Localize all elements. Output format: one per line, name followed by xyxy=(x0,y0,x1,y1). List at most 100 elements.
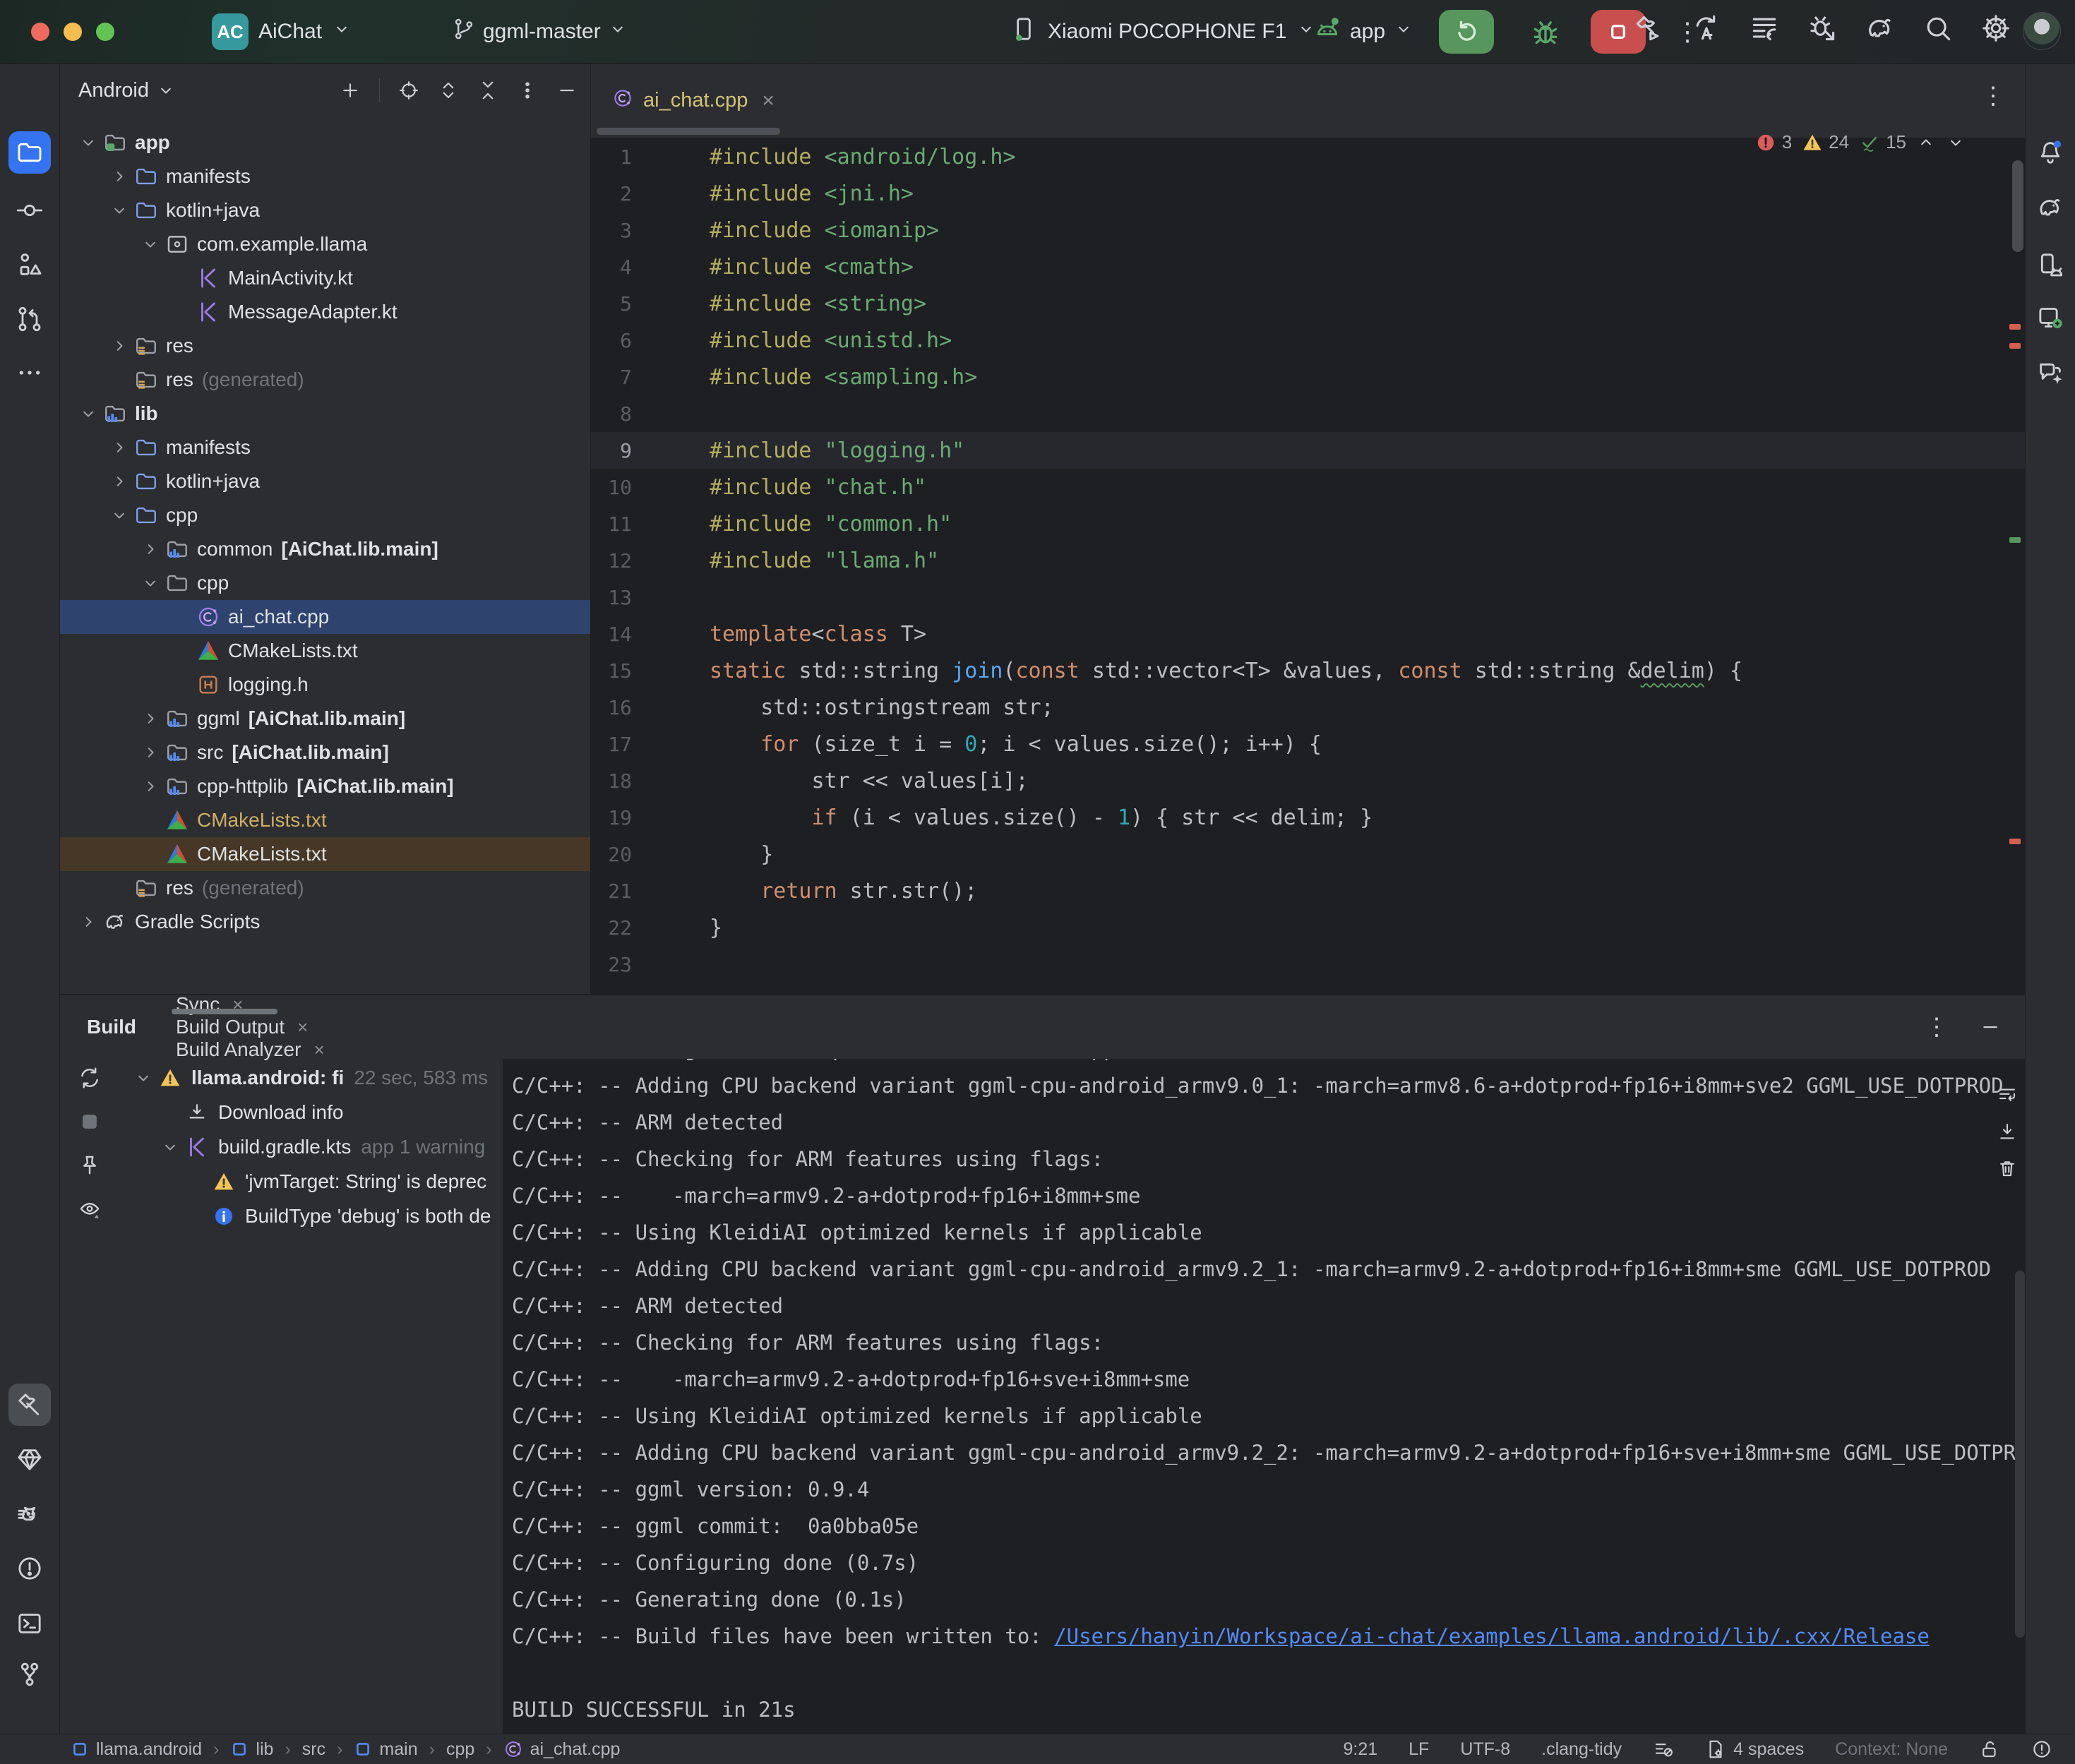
tool-strip-app-insights-diamond-icon[interactable] xyxy=(8,1439,51,1481)
breadcrumb-src[interactable]: src xyxy=(302,1739,325,1760)
build-output-path-link[interactable]: /Users/hanyin/Workspace/ai-chat/examples… xyxy=(1054,1624,1930,1648)
tool-strip-terminal-icon[interactable] xyxy=(8,1602,51,1645)
tree-item-manifests[interactable]: manifests xyxy=(60,431,590,464)
debug-button[interactable] xyxy=(1518,10,1573,54)
filter-eye-icon[interactable] xyxy=(78,1197,102,1221)
chevron-down-icon[interactable] xyxy=(76,404,101,424)
tool-strip-gemini-chat-icon[interactable] xyxy=(2029,352,2071,394)
tree-item-manifests[interactable]: manifests xyxy=(60,160,590,193)
expand-all-icon[interactable] xyxy=(438,80,459,101)
attach-debugger-icon[interactable] xyxy=(1807,13,1838,47)
tree-item-cmakelists-txt[interactable]: CMakeLists.txt xyxy=(60,803,590,837)
tool-strip-build-hammer2-icon[interactable] xyxy=(8,1384,51,1426)
tree-item-cpp[interactable]: cpp xyxy=(60,498,590,532)
chevron-down-icon[interactable] xyxy=(138,234,163,254)
error-notification-icon[interactable] xyxy=(2031,1739,2052,1760)
build-options-kebab[interactable]: ⋮ xyxy=(1925,1013,1949,1041)
tool-strip-version-control-icon[interactable] xyxy=(8,1653,51,1696)
device-selector[interactable]: Xiaomi POCOPHONE F1 xyxy=(1010,13,1316,50)
tree-item-cmakelists-txt[interactable]: CMakeLists.txt xyxy=(60,634,590,668)
build-hammer-icon[interactable] xyxy=(1633,13,1664,47)
breadcrumb-ai-chat-cpp[interactable]: ai_chat.cpp xyxy=(503,1739,621,1760)
encoding[interactable]: UTF-8 xyxy=(1460,1739,1510,1760)
chevron-right-icon[interactable] xyxy=(76,912,101,932)
tree-item-messageadapter-kt[interactable]: MessageAdapter.kt xyxy=(60,295,590,329)
build-tab-build-analyzer[interactable]: Build Analyzer× xyxy=(176,1038,325,1061)
chevron-right-icon[interactable] xyxy=(107,336,132,356)
build-tree-item[interactable]: 'jvmTarget: String' is deprec xyxy=(131,1164,503,1199)
scroll-to-end-icon[interactable] xyxy=(1997,1121,2018,1142)
indent-group[interactable]: 4 spaces xyxy=(1705,1739,1804,1760)
build-tree-item[interactable]: build.gradle.ktsapp 1 warning xyxy=(131,1129,503,1164)
breadcrumb-lib[interactable]: lib xyxy=(230,1739,273,1760)
tool-strip-project-folder-icon[interactable] xyxy=(8,131,51,174)
tree-item-kotlin-java[interactable]: kotlin+java xyxy=(60,193,590,227)
line-ending[interactable]: LF xyxy=(1409,1739,1429,1760)
hide-panel-icon[interactable] xyxy=(556,80,578,101)
tool-strip-more-horizontal-icon[interactable] xyxy=(8,352,51,394)
tree-item-src[interactable]: src[AiChat.lib.main] xyxy=(60,736,590,769)
close-tab-icon[interactable]: × xyxy=(313,1039,324,1061)
build-tree-item[interactable]: Download info xyxy=(131,1095,503,1129)
close-tab-icon[interactable]: × xyxy=(232,994,243,1016)
build-tab-sync[interactable]: Sync× xyxy=(176,993,325,1016)
tree-item-ggml[interactable]: ggml[AiChat.lib.main] xyxy=(60,702,590,736)
chevron-right-icon[interactable] xyxy=(138,776,163,796)
hide-panel-icon[interactable] xyxy=(1980,1016,2001,1038)
settings-gear-icon[interactable] xyxy=(1980,13,2011,47)
code-style[interactable]: .clang-tidy xyxy=(1541,1739,1622,1760)
clear-trash-icon[interactable] xyxy=(1997,1158,2018,1179)
chevron-right-icon[interactable] xyxy=(107,472,132,491)
tree-item-cpp[interactable]: cpp xyxy=(60,566,590,600)
console-scrollbar-thumb[interactable] xyxy=(2015,1271,2025,1638)
code-editor[interactable]: 1#include <android/log.h>2#include <jni.… xyxy=(591,138,2025,983)
tree-item-lib[interactable]: lib xyxy=(60,397,590,431)
breadcrumb-cpp[interactable]: cpp xyxy=(446,1739,474,1760)
tree-item-common[interactable]: common[AiChat.lib.main] xyxy=(60,532,590,566)
tree-item-res[interactable]: res(generated) xyxy=(60,363,590,397)
formatter-off-icon[interactable] xyxy=(1653,1739,1674,1760)
collapse-all-icon[interactable] xyxy=(477,80,498,101)
tool-strip-device-manager-icon[interactable] xyxy=(2029,244,2071,286)
tool-strip-notifications-bell-icon[interactable] xyxy=(2029,131,2071,174)
tool-strip-running-devices-icon[interactable] xyxy=(2029,296,2071,339)
chevron-right-icon[interactable] xyxy=(107,167,132,186)
breadcrumb-main[interactable]: main xyxy=(354,1739,417,1760)
chevron-right-icon[interactable] xyxy=(138,743,163,762)
chevron-down-icon[interactable] xyxy=(76,133,101,152)
chevron-down-icon[interactable] xyxy=(107,505,132,525)
cursor-position[interactable]: 9:21 xyxy=(1343,1739,1377,1760)
close-window-button[interactable] xyxy=(31,23,49,41)
tool-strip-logcat-cat-icon[interactable] xyxy=(8,1494,51,1537)
chevron-right-icon[interactable] xyxy=(138,709,163,728)
pin-icon[interactable] xyxy=(78,1153,102,1177)
tree-item-ai-chat-cpp[interactable]: ai_chat.cpp xyxy=(60,600,590,634)
tree-item-res[interactable]: res xyxy=(60,329,590,363)
change-stripe-mark[interactable] xyxy=(2009,537,2021,543)
soft-wrap-icon[interactable] xyxy=(1997,1084,2018,1105)
search-everywhere-icon[interactable] xyxy=(1922,13,1954,47)
tree-item-cmakelists-txt[interactable]: CMakeLists.txt xyxy=(60,837,590,871)
user-avatar[interactable] xyxy=(2023,12,2061,50)
context-label[interactable]: Context: None xyxy=(1835,1739,1948,1760)
next-problem-chevron-icon[interactable] xyxy=(1946,133,1966,152)
rerun-button[interactable] xyxy=(1439,10,1494,54)
run-configuration-selector[interactable]: app xyxy=(1313,13,1413,50)
todo-lines-icon[interactable] xyxy=(1749,13,1780,47)
new-file-plus-icon[interactable] xyxy=(340,80,361,101)
editor-scrollbar-thumb[interactable] xyxy=(2012,160,2023,252)
tree-item-gradle-scripts[interactable]: Gradle Scripts xyxy=(60,905,590,939)
error-stripe-mark[interactable] xyxy=(2009,839,2021,844)
tab-scroll-indicator[interactable] xyxy=(597,128,780,135)
rerun-sync-icon[interactable] xyxy=(78,1066,102,1090)
error-stripe-mark[interactable] xyxy=(2009,343,2021,349)
chevron-down-icon[interactable] xyxy=(107,200,132,220)
editor-tab-ai-chat-cpp[interactable]: ai_chat.cpp × xyxy=(591,64,793,138)
tree-item-app[interactable]: app xyxy=(60,126,590,160)
build-tab-build-output[interactable]: Build Output× xyxy=(176,1016,325,1038)
tree-item-kotlin-java[interactable]: kotlin+java xyxy=(60,464,590,498)
error-stripe-mark[interactable] xyxy=(2009,324,2021,330)
project-selector[interactable]: AC AiChat xyxy=(212,13,352,50)
options-kebab-icon[interactable] xyxy=(517,80,538,101)
minimize-window-button[interactable] xyxy=(64,23,82,41)
